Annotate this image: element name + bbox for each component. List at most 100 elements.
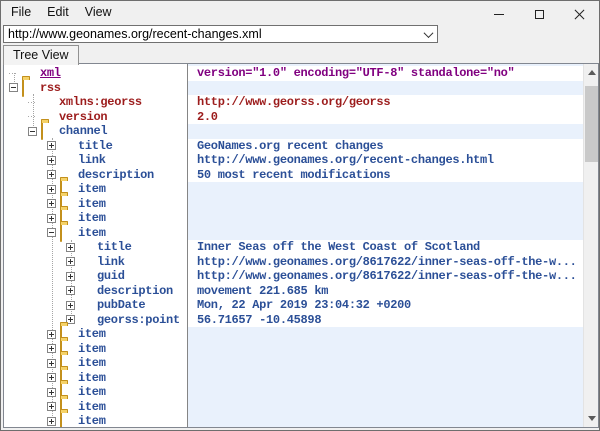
tree-node-title[interactable]: title xyxy=(4,139,187,154)
value-row[interactable]: 50 most recent modifications xyxy=(188,168,598,183)
value-row[interactable] xyxy=(188,414,598,427)
tree-node-label[interactable]: item xyxy=(78,400,106,414)
tree-node-xmlns:georss[interactable]: xmlns:georss xyxy=(4,95,187,110)
expander-plus-icon[interactable] xyxy=(66,272,75,281)
value-row[interactable] xyxy=(188,356,598,371)
value-row[interactable]: http://www.geonames.org/recent-changes.h… xyxy=(188,153,598,168)
tree-node-version[interactable]: version xyxy=(4,110,187,125)
expander-plus-icon[interactable] xyxy=(47,330,56,339)
tree-node-item[interactable]: item xyxy=(4,385,187,400)
expander-plus-icon[interactable] xyxy=(47,344,56,353)
expander-plus-icon[interactable] xyxy=(47,402,56,411)
tab-tree-view[interactable]: Tree View xyxy=(3,45,79,65)
tree-node-label[interactable]: item xyxy=(78,356,106,370)
tree-node-georss:point[interactable]: georss:point xyxy=(4,313,187,328)
value-row[interactable] xyxy=(188,81,598,96)
tree-node-item[interactable]: item xyxy=(4,226,187,241)
tree-node-item[interactable]: item xyxy=(4,197,187,212)
value-row[interactable] xyxy=(188,124,598,139)
tree-node-label[interactable]: item xyxy=(78,182,106,196)
menu-file[interactable]: File xyxy=(3,2,39,22)
value-row[interactable]: Mon, 22 Apr 2019 23:04:32 +0200 xyxy=(188,298,598,313)
value-row[interactable] xyxy=(188,327,598,342)
tree-node-label[interactable]: item xyxy=(78,385,106,399)
expander-plus-icon[interactable] xyxy=(47,141,56,150)
tree-node-rss[interactable]: rss xyxy=(4,81,187,96)
tree-node-item[interactable]: item xyxy=(4,356,187,371)
scroll-up-button[interactable] xyxy=(584,64,598,81)
value-row[interactable]: http://www.geonames.org/8617622/inner-se… xyxy=(188,255,598,270)
tree-node-item[interactable]: item xyxy=(4,371,187,386)
tree-node-label[interactable]: pubDate xyxy=(97,298,145,312)
tree-node-title[interactable]: title xyxy=(4,240,187,255)
tree-node-label[interactable]: item xyxy=(78,226,106,240)
tree-node-label[interactable]: channel xyxy=(59,124,107,138)
expander-plus-icon[interactable] xyxy=(47,359,56,368)
tree-node-label[interactable]: item xyxy=(78,371,106,385)
tree-node-label[interactable]: description xyxy=(97,284,173,298)
value-row[interactable] xyxy=(188,197,598,212)
tree-node-label[interactable]: version xyxy=(59,110,107,124)
tree-node-label[interactable]: item xyxy=(78,211,106,225)
scroll-down-button[interactable] xyxy=(584,410,598,427)
tree-node-guid[interactable]: guid xyxy=(4,269,187,284)
tree-node-label[interactable]: title xyxy=(78,139,113,153)
tree-node-item[interactable]: item xyxy=(4,327,187,342)
tree-node-link[interactable]: link xyxy=(4,255,187,270)
tree-node-label[interactable]: xmlns:georss xyxy=(59,95,142,109)
expander-minus-icon[interactable] xyxy=(47,228,56,237)
vertical-scrollbar[interactable] xyxy=(583,64,598,427)
menu-view[interactable]: View xyxy=(77,2,120,22)
tree-node-link[interactable]: link xyxy=(4,153,187,168)
tree-node-label[interactable]: item xyxy=(78,342,106,356)
value-row[interactable] xyxy=(188,182,598,197)
value-row[interactable]: movement 221.685 km xyxy=(188,284,598,299)
tree-node-label[interactable]: item xyxy=(78,327,106,341)
expander-plus-icon[interactable] xyxy=(47,170,56,179)
tree-node-channel[interactable]: channel xyxy=(4,124,187,139)
expander-plus-icon[interactable] xyxy=(47,417,56,426)
tree-node-label[interactable]: link xyxy=(97,255,125,269)
tree-node-label[interactable]: link xyxy=(78,153,106,167)
expander-plus-icon[interactable] xyxy=(47,388,56,397)
value-row[interactable] xyxy=(188,226,598,241)
value-row[interactable] xyxy=(188,342,598,357)
tree-node-pubDate[interactable]: pubDate xyxy=(4,298,187,313)
minimize-button[interactable] xyxy=(479,1,519,27)
combobox-dropdown-button[interactable] xyxy=(419,26,437,42)
expander-plus-icon[interactable] xyxy=(66,301,75,310)
value-row[interactable] xyxy=(188,371,598,386)
value-row[interactable]: version="1.0" encoding="UTF-8" standalon… xyxy=(188,66,598,81)
value-row[interactable] xyxy=(188,211,598,226)
tree-node-label[interactable]: item xyxy=(78,414,106,427)
url-input[interactable] xyxy=(4,26,419,42)
expander-plus-icon[interactable] xyxy=(47,214,56,223)
expander-plus-icon[interactable] xyxy=(47,373,56,382)
expander-minus-icon[interactable] xyxy=(28,127,37,136)
tree-node-label[interactable]: guid xyxy=(97,269,125,283)
value-row[interactable]: http://www.georss.org/georss xyxy=(188,95,598,110)
value-row[interactable] xyxy=(188,385,598,400)
tree-node-label[interactable]: description xyxy=(78,168,154,182)
expander-plus-icon[interactable] xyxy=(66,243,75,252)
expander-plus-icon[interactable] xyxy=(66,257,75,266)
tree-node-item[interactable]: item xyxy=(4,211,187,226)
expander-plus-icon[interactable] xyxy=(66,286,75,295)
scrollbar-thumb[interactable] xyxy=(585,86,598,162)
expander-plus-icon[interactable] xyxy=(47,199,56,208)
menu-edit[interactable]: Edit xyxy=(39,2,77,22)
tree-node-label[interactable]: item xyxy=(78,197,106,211)
close-button[interactable] xyxy=(559,1,599,27)
tree-node-item[interactable]: item xyxy=(4,400,187,415)
tree-node-label[interactable]: georss:point xyxy=(97,313,180,327)
value-row[interactable]: 56.71657 -10.45898 xyxy=(188,313,598,328)
expander-plus-icon[interactable] xyxy=(47,185,56,194)
value-row[interactable]: http://www.geonames.org/8617622/inner-se… xyxy=(188,269,598,284)
tree-node-label[interactable]: rss xyxy=(40,81,61,95)
tree-node-description[interactable]: description xyxy=(4,168,187,183)
expander-minus-icon[interactable] xyxy=(9,83,18,92)
tree-node-label[interactable]: xml xyxy=(40,66,61,80)
value-row[interactable] xyxy=(188,400,598,415)
tree-node-label[interactable]: title xyxy=(97,240,132,254)
value-row[interactable]: GeoNames.org recent changes xyxy=(188,139,598,154)
